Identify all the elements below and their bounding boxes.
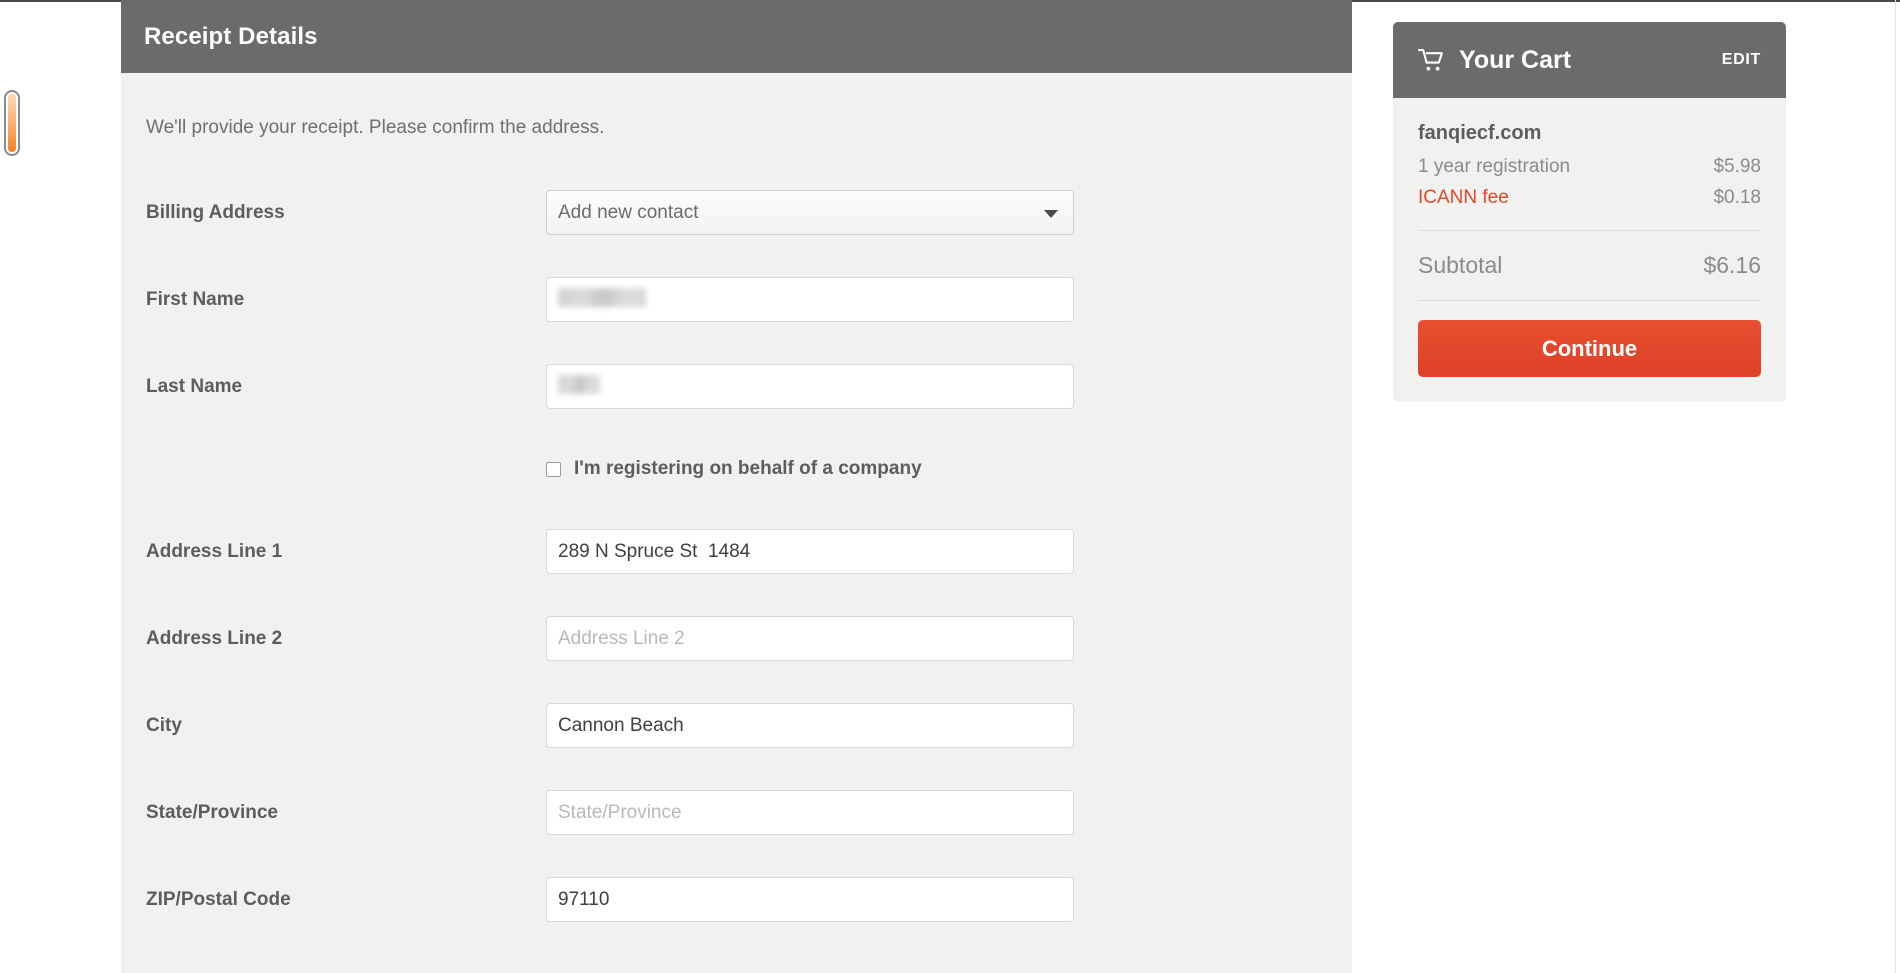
cart-item-domain: fanqiecf.com: [1418, 122, 1761, 145]
cart-item-term-price: $5.98: [1713, 156, 1761, 178]
contact-select[interactable]: Add new contact: [546, 190, 1074, 235]
first-name-control: [546, 277, 1074, 322]
intro-text: We'll provide your receipt. Please confi…: [146, 117, 1329, 139]
address-line-1-input[interactable]: [546, 529, 1074, 574]
panel-body: We'll provide your receipt. Please confi…: [121, 117, 1352, 943]
zip-postal-code-label: ZIP/Postal Code: [144, 889, 546, 911]
cart-item-term-row: 1 year registration $5.98: [1418, 156, 1761, 178]
company-checkbox-group[interactable]: I'm registering on behalf of a company: [546, 458, 922, 480]
form-row-city: City: [144, 682, 1329, 769]
cart-item-fee-label[interactable]: ICANN fee: [1418, 187, 1509, 209]
address-line-2-input[interactable]: [546, 616, 1074, 661]
page-title: Receipt Details: [144, 23, 318, 51]
slider-fill: [8, 94, 16, 152]
form-row-first-name: First Name: [144, 256, 1329, 343]
cart-edit-link[interactable]: EDIT: [1722, 51, 1761, 69]
state-province-control: [546, 790, 1074, 835]
last-name-control: [546, 364, 1074, 409]
cart-subtotal-label: Subtotal: [1418, 252, 1502, 279]
cart-divider-bottom: [1418, 300, 1761, 301]
form-row-address-line-1: Address Line 1: [144, 508, 1329, 595]
city-label: City: [144, 715, 546, 737]
panel-header: Receipt Details: [121, 0, 1352, 73]
zip-postal-code-control: [546, 877, 1074, 922]
form-row-state-province: State/Province: [144, 769, 1329, 856]
shopping-cart-icon: [1418, 48, 1445, 73]
cart-subtotal-row: Subtotal $6.16: [1418, 231, 1761, 300]
last-name-input[interactable]: [546, 364, 1074, 409]
company-checkbox-label: I'm registering on behalf of a company: [574, 458, 922, 480]
first-name-label: First Name: [144, 289, 546, 311]
form-row-address-line-2: Address Line 2: [144, 595, 1329, 682]
contact-select-value: Add new contact: [558, 202, 698, 224]
cart-header: Your Cart EDIT: [1393, 22, 1786, 98]
billing-address-label: Billing Address: [144, 202, 546, 224]
cart-panel: Your Cart EDIT fanqiecf.com 1 year regis…: [1393, 22, 1786, 402]
contact-select-wrap: Add new contact: [546, 190, 1074, 235]
billing-address-control: Add new contact: [546, 190, 1074, 235]
city-control: [546, 703, 1074, 748]
window-right-rule: [1895, 0, 1896, 973]
form-row-company-checkbox: I'm registering on behalf of a company: [144, 430, 1329, 508]
cart-subtotal-price: $6.16: [1703, 252, 1761, 279]
cart-item-fee-row: ICANN fee $0.18: [1418, 187, 1761, 209]
address-line-1-label: Address Line 1: [144, 541, 546, 563]
company-checkbox[interactable]: [546, 462, 561, 477]
zip-postal-code-input[interactable]: [546, 877, 1074, 922]
cart-item-fee-price: $0.18: [1713, 187, 1761, 209]
form-row-billing-address: Billing Address Add new contact: [144, 169, 1329, 256]
receipt-details-panel: Receipt Details We'll provide your recei…: [121, 0, 1352, 973]
city-input[interactable]: [546, 703, 1074, 748]
cart-body: fanqiecf.com 1 year registration $5.98 I…: [1393, 98, 1786, 402]
address-line-1-control: [546, 529, 1074, 574]
address-line-2-control: [546, 616, 1074, 661]
billing-form: Billing Address Add new contact First Na…: [144, 169, 1329, 943]
address-line-2-label: Address Line 2: [144, 628, 546, 650]
page-root: Receipt Details We'll provide your recei…: [0, 0, 1900, 973]
last-name-redaction: [558, 375, 600, 394]
first-name-redaction: [558, 288, 646, 307]
cart-item-term-label: 1 year registration: [1418, 156, 1570, 178]
form-row-last-name: Last Name: [144, 343, 1329, 430]
cart-title: Your Cart: [1459, 46, 1722, 75]
form-row-zip-postal-code: ZIP/Postal Code: [144, 856, 1329, 943]
continue-button[interactable]: Continue: [1418, 320, 1761, 377]
vertical-slider-control[interactable]: [4, 90, 20, 156]
state-province-input[interactable]: [546, 790, 1074, 835]
state-province-label: State/Province: [144, 802, 546, 824]
last-name-label: Last Name: [144, 376, 546, 398]
